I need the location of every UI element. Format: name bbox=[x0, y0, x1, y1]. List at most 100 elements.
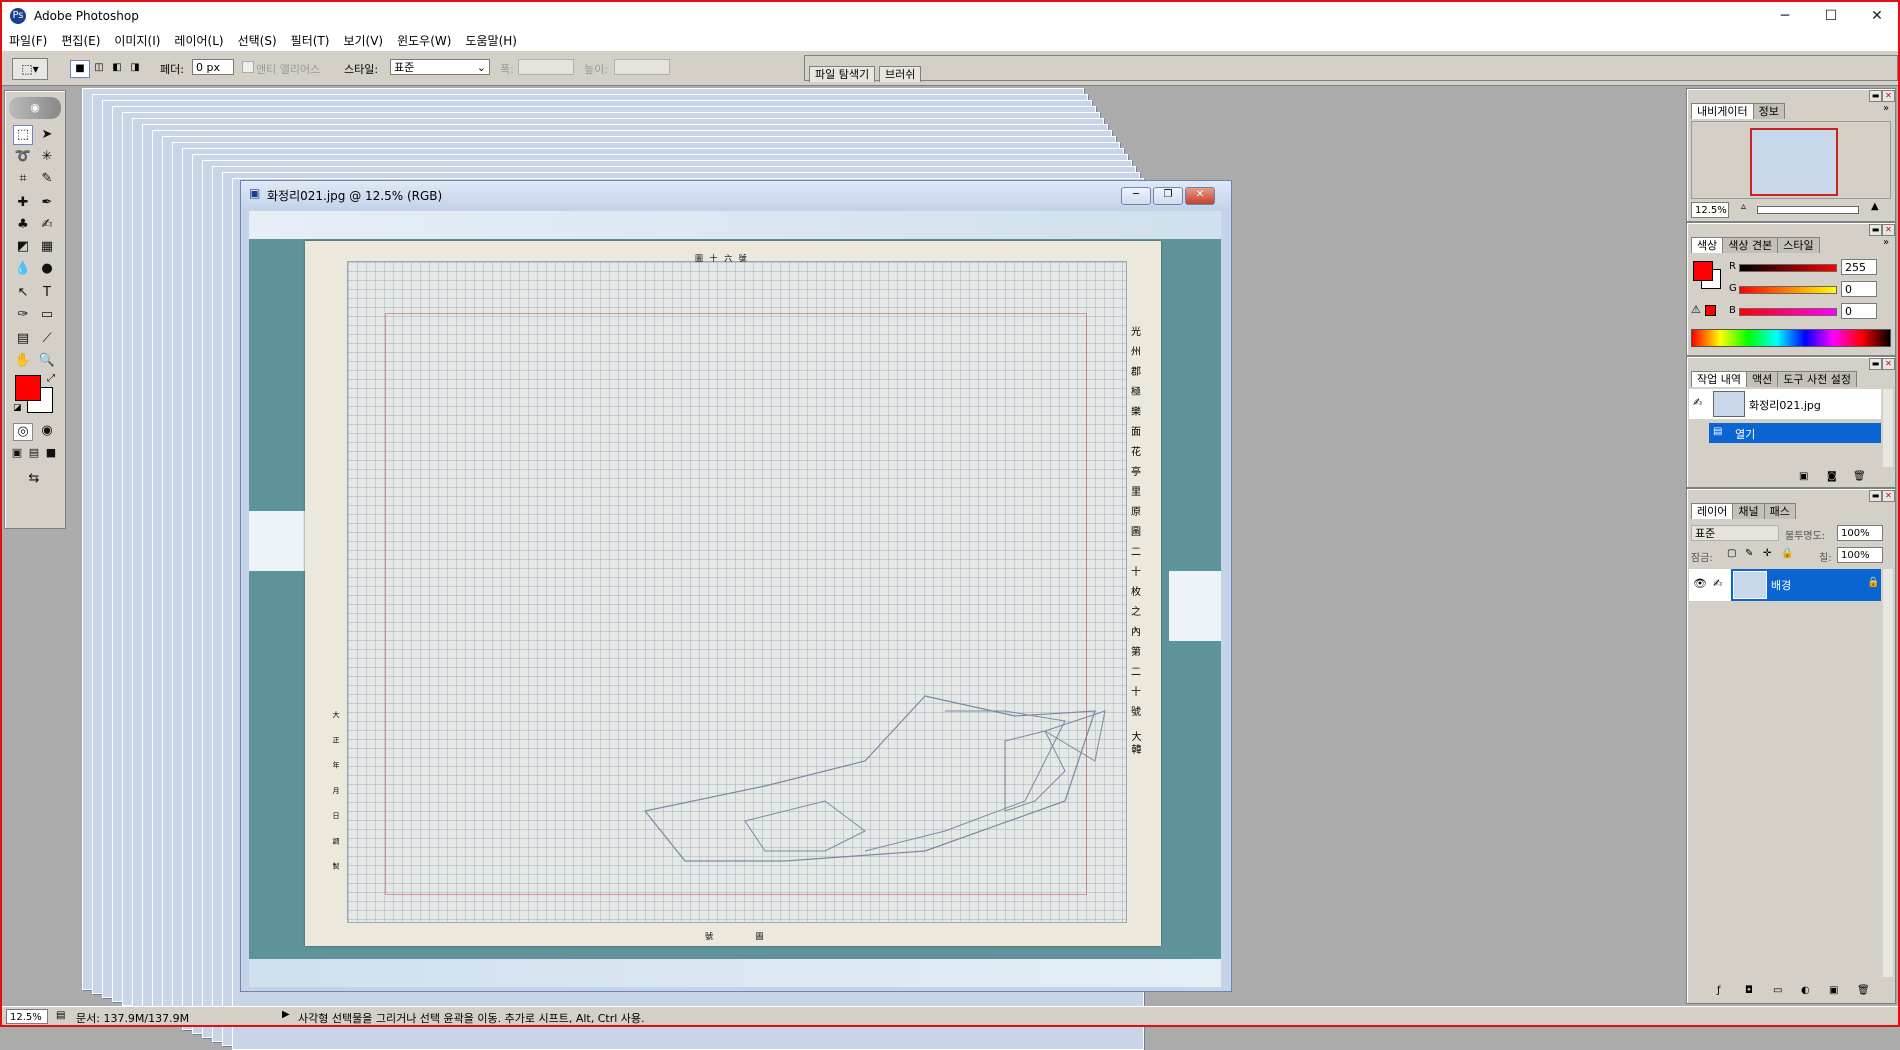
intersect-selection-mode-button[interactable]: ◨ bbox=[126, 60, 144, 76]
tab-info[interactable]: 정보 bbox=[1752, 103, 1785, 119]
tool-preset-picker[interactable]: ⬚▾ bbox=[12, 58, 48, 80]
rect-marquee-tool[interactable]: ⬚ bbox=[13, 125, 33, 145]
status-zoom-field[interactable]: 12.5% bbox=[6, 1009, 48, 1024]
layers-close-icon[interactable]: ✕ bbox=[1882, 490, 1895, 502]
menu-filter[interactable]: 필터(T) bbox=[284, 30, 337, 50]
close-button[interactable]: ✕ bbox=[1854, 2, 1900, 30]
layer-row-background[interactable]: 👁 ✍ 배경 🔒 bbox=[1689, 569, 1881, 601]
tab-styles[interactable]: 스타일 bbox=[1777, 237, 1820, 253]
default-colors-icon[interactable]: ◪ bbox=[13, 403, 22, 413]
navigator-zoom-slider[interactable] bbox=[1757, 206, 1859, 214]
notes-tool[interactable]: ▤ bbox=[13, 329, 33, 349]
menu-select[interactable]: 선택(S) bbox=[231, 30, 284, 50]
history-snapshot-row[interactable]: ✍ 화정리021.jpg bbox=[1689, 389, 1881, 419]
maximize-button[interactable]: ☐ bbox=[1808, 2, 1854, 30]
zoom-in-icon[interactable]: ▲ bbox=[1871, 201, 1879, 212]
menu-layer[interactable]: 레이어(L) bbox=[167, 30, 230, 50]
navigator-close-icon[interactable]: ✕ bbox=[1882, 90, 1895, 102]
tab-swatches[interactable]: 색상 견본 bbox=[1722, 237, 1779, 253]
feather-input[interactable]: 0 px bbox=[192, 59, 234, 75]
adjustment-layer-icon[interactable]: ◐ bbox=[1801, 985, 1810, 996]
brush-link-icon[interactable]: ✍ bbox=[1713, 577, 1722, 590]
antialias-checkbox[interactable] bbox=[242, 61, 254, 73]
tab-history[interactable]: 작업 내역 bbox=[1691, 371, 1747, 387]
brush-tool[interactable]: ✒ bbox=[37, 193, 57, 213]
dodge-tool[interactable]: ● bbox=[37, 259, 57, 279]
color-menu-icon[interactable]: » bbox=[1883, 237, 1889, 248]
layer-row-selected[interactable]: 배경 🔒 bbox=[1731, 569, 1881, 601]
document-minimize-button[interactable]: ─ bbox=[1121, 187, 1151, 205]
add-mask-icon[interactable]: ◘ bbox=[1745, 985, 1753, 996]
swap-colors-icon[interactable]: ⤢ bbox=[47, 373, 55, 384]
eyedropper-tool[interactable]: ⟋ bbox=[37, 329, 57, 349]
r-value-field[interactable]: 255 bbox=[1841, 259, 1877, 275]
history-brush-tool[interactable]: ✍ bbox=[37, 215, 57, 235]
screen-mode-standard-button[interactable]: ▣ bbox=[9, 445, 25, 461]
layers-scrollbar[interactable] bbox=[1883, 569, 1893, 977]
menu-file[interactable]: 파일(F) bbox=[2, 30, 54, 50]
add-selection-mode-button[interactable]: ◫ bbox=[90, 60, 108, 76]
history-scrollbar[interactable] bbox=[1883, 389, 1893, 467]
screen-mode-menubar-button[interactable]: ▤ bbox=[26, 445, 42, 461]
history-close-icon[interactable]: ✕ bbox=[1882, 358, 1895, 370]
width-input[interactable] bbox=[518, 59, 574, 75]
image-canvas[interactable]: 圖 十 六 號 光州郡極樂面花亭里原圖二十枚之內第二十號 大 韓 大 正 年 月… bbox=[249, 211, 1221, 987]
blend-mode-select[interactable]: 표준 bbox=[1691, 525, 1779, 541]
eye-icon[interactable]: 👁 bbox=[1693, 577, 1707, 590]
new-selection-mode-button[interactable]: ■ bbox=[70, 60, 90, 78]
lock-transparency-icon[interactable]: ▢ bbox=[1727, 548, 1736, 559]
navigator-preview[interactable] bbox=[1691, 121, 1891, 199]
menu-window[interactable]: 윈도우(W) bbox=[390, 30, 458, 50]
document-close-button[interactable]: ✕ bbox=[1185, 187, 1215, 205]
lock-position-icon[interactable]: ✛ bbox=[1763, 548, 1771, 559]
new-snapshot-icon[interactable]: ◙ bbox=[1827, 471, 1837, 482]
g-slider[interactable] bbox=[1739, 286, 1837, 294]
shape-tool[interactable]: ▭ bbox=[37, 305, 57, 325]
status-doc-icon[interactable]: ▤ bbox=[56, 1010, 65, 1021]
navigator-minimize-icon[interactable]: ▬ bbox=[1869, 90, 1882, 102]
trash-icon[interactable]: 🗑 bbox=[1853, 471, 1866, 482]
document-restore-button[interactable]: ❐ bbox=[1153, 187, 1183, 205]
tab-layers[interactable]: 레이어 bbox=[1691, 503, 1734, 519]
style-select[interactable]: 표준 ⌄ bbox=[390, 59, 490, 75]
b-slider[interactable] bbox=[1739, 308, 1837, 316]
document-title-bar[interactable]: ▣ 화정리021.jpg @ 12.5% (RGB) ─ ❐ ✕ bbox=[241, 181, 1231, 207]
navigator-view-box[interactable] bbox=[1750, 128, 1838, 196]
crop-tool[interactable]: ⌗ bbox=[13, 169, 33, 189]
menu-view[interactable]: 보기(V) bbox=[336, 30, 390, 50]
new-set-icon[interactable]: ▭ bbox=[1773, 985, 1782, 996]
tab-actions[interactable]: 액션 bbox=[1745, 371, 1779, 387]
lock-all-icon[interactable]: 🔒 bbox=[1781, 548, 1793, 559]
tab-navigator[interactable]: 내비게이터 bbox=[1691, 103, 1754, 119]
type-tool[interactable]: T bbox=[37, 283, 57, 303]
fill-field[interactable]: 100% bbox=[1837, 547, 1883, 563]
jump-to-imageready-button[interactable]: ⇆ bbox=[19, 469, 49, 489]
status-arrow-icon[interactable]: ▶ bbox=[282, 1009, 290, 1020]
color-spectrum-bar[interactable] bbox=[1691, 329, 1891, 347]
new-document-from-state-icon[interactable]: ▣ bbox=[1799, 471, 1808, 482]
color-close-icon[interactable]: ✕ bbox=[1882, 224, 1895, 236]
minimize-button[interactable]: ─ bbox=[1762, 2, 1808, 30]
palette-well-tab-brushes[interactable]: 브러쉬 bbox=[879, 66, 922, 82]
clone-stamp-tool[interactable]: ♣ bbox=[13, 215, 33, 235]
menu-edit[interactable]: 편집(E) bbox=[54, 30, 107, 50]
menu-image[interactable]: 이미지(I) bbox=[107, 30, 167, 50]
eraser-tool[interactable]: ◩ bbox=[13, 237, 33, 257]
tab-channels[interactable]: 채널 bbox=[1732, 503, 1765, 519]
menu-help[interactable]: 도움말(H) bbox=[458, 30, 524, 50]
color-panel-foreground-swatch[interactable] bbox=[1693, 261, 1713, 281]
delete-layer-icon[interactable]: 🗑 bbox=[1857, 985, 1870, 996]
standard-mode-button[interactable]: ◎ bbox=[13, 423, 33, 441]
opacity-field[interactable]: 100% bbox=[1837, 525, 1883, 541]
layers-minimize-icon[interactable]: ▬ bbox=[1869, 490, 1882, 502]
tab-tool-presets[interactable]: 도구 사전 설정 bbox=[1777, 371, 1857, 387]
tab-color[interactable]: 색상 bbox=[1691, 237, 1724, 253]
zoom-tool[interactable]: 🔍 bbox=[37, 351, 57, 371]
blur-tool[interactable]: 💧 bbox=[13, 259, 33, 279]
screen-mode-full-button[interactable]: ■ bbox=[43, 445, 59, 461]
subtract-selection-mode-button[interactable]: ◧ bbox=[108, 60, 126, 76]
navigator-zoom-field[interactable]: 12.5% bbox=[1691, 202, 1729, 218]
slice-tool[interactable]: ✎ bbox=[37, 169, 57, 189]
zoom-out-icon[interactable]: ▵ bbox=[1741, 201, 1746, 212]
history-step-row[interactable]: ▤ 열기 bbox=[1709, 423, 1881, 443]
